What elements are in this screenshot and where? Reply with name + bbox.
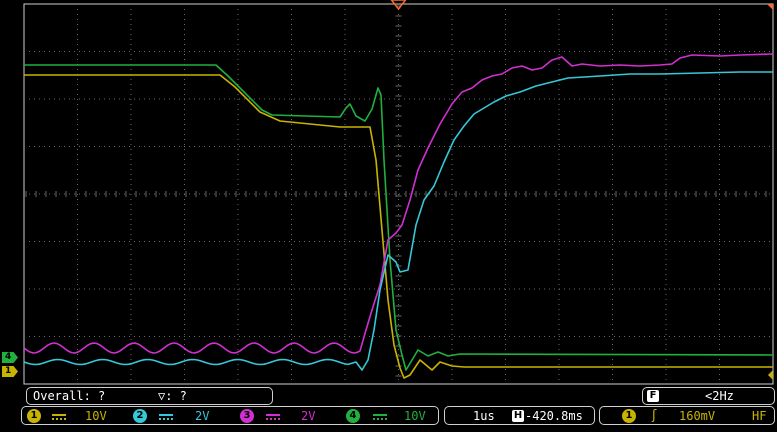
dc-coupling-icon — [266, 414, 280, 420]
timebase-bar[interactable]: 1us H -420.8ms — [444, 406, 595, 425]
ch2-waveform — [23, 71, 773, 371]
frequency-value: <2Hz — [705, 389, 734, 403]
horizontal-position: -420.8ms — [525, 409, 583, 423]
trigger-source-badge[interactable]: 1 — [622, 409, 636, 423]
dc-coupling-icon — [373, 414, 387, 420]
ch3-badge[interactable]: 3 — [240, 409, 254, 423]
dc-coupling-icon — [52, 414, 66, 420]
ch2-badge[interactable]: 2 — [133, 409, 147, 423]
horizontal-position-icon: H — [512, 410, 524, 422]
oscilloscope-screen: 4 1 Overall: ? ▽: ? F <2Hz 1 10V 2 2V 3 … — [0, 0, 777, 432]
ch3-waveform — [23, 53, 774, 354]
measurement-bar[interactable]: Overall: ? ▽: ? — [26, 387, 273, 405]
frequency-counter[interactable]: F <2Hz — [642, 387, 775, 405]
ch3-scale: 2V — [301, 409, 316, 423]
ch4-badge[interactable]: 4 — [346, 409, 360, 423]
trigger-level: 160mV — [679, 409, 716, 423]
corner-marker — [767, 4, 773, 10]
overall-measure-label: Overall: ? — [33, 389, 106, 403]
frequency-mode-badge: F — [647, 390, 659, 402]
trigger-level-marker — [768, 370, 773, 380]
rising-edge-icon: ʃ — [652, 408, 657, 423]
timebase-scale: 1us — [473, 409, 495, 423]
dc-coupling-icon — [159, 414, 173, 420]
waveform-display — [23, 0, 774, 385]
channel-scale-bar[interactable]: 1 10V 2 2V 3 2V 4 10V — [21, 406, 439, 425]
trigger-bar[interactable]: 1 ʃ 160mV HF — [599, 406, 775, 425]
ch1-scale: 10V — [85, 409, 107, 423]
ch2-scale: 2V — [195, 409, 210, 423]
cursor-measure-label: ▽: ? — [158, 389, 187, 403]
trigger-filter: HF — [752, 409, 767, 423]
ch1-badge[interactable]: 1 — [27, 409, 41, 423]
ch4-scale: 10V — [404, 409, 426, 423]
